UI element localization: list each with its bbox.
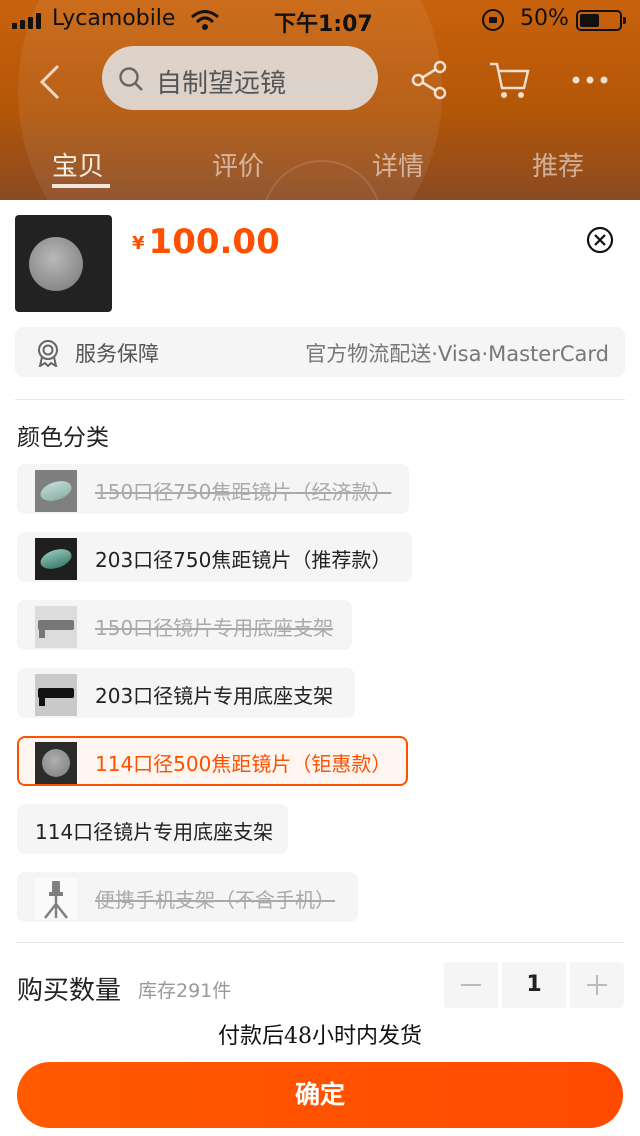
confirm-button[interactable]: 确定	[17, 1062, 623, 1128]
close-icon[interactable]	[586, 226, 614, 254]
tab-underline	[52, 184, 110, 188]
carrier-name: Lycamobile	[52, 6, 176, 31]
signal-icon	[12, 13, 41, 29]
back-icon[interactable]	[34, 62, 70, 102]
product-thumbnail[interactable]	[15, 215, 112, 312]
tab-item[interactable]: 宝贝	[52, 146, 104, 183]
divider	[15, 399, 625, 400]
search-bar[interactable]: 自制望远镜	[102, 46, 378, 110]
option-section-title: 颜色分类	[17, 425, 109, 451]
guarantee-badge-icon	[38, 340, 58, 367]
option-thumbnail	[35, 606, 77, 648]
quantity-value[interactable]: 1	[502, 962, 566, 1008]
service-label: 服务保障	[75, 342, 159, 366]
shipping-note: 付款后48小时内发货	[218, 1024, 422, 1049]
product-price: ¥100.00	[132, 222, 280, 262]
tab-details[interactable]: 详情	[372, 146, 424, 183]
page-tabs: 宝贝 评价 详情 推荐	[0, 128, 640, 200]
rotation-lock-icon	[482, 9, 504, 31]
option-thumbnail	[35, 470, 77, 512]
wifi-icon	[191, 10, 219, 30]
status-time: 下午1:07	[274, 12, 373, 37]
option-label: 203口径750焦距镜片（推荐款）	[95, 548, 392, 572]
tab-reviews[interactable]: 评价	[212, 146, 264, 183]
page-header-overlay: Lycamobile 下午1:07 50% 自制望远镜 宝贝 评价 详情 推荐	[0, 0, 640, 200]
status-bar: Lycamobile 下午1:07 50%	[0, 0, 640, 40]
divider	[15, 942, 625, 943]
option-114-lens[interactable]: 114口径500焦距镜片（钜惠款）	[17, 736, 408, 786]
option-phone-holder[interactable]: 便携手机支架（不含手机）	[17, 872, 358, 922]
cart-icon[interactable]	[488, 58, 532, 102]
option-203-lens[interactable]: 203口径750焦距镜片（推荐款）	[17, 532, 412, 582]
option-203-mount[interactable]: 203口径镜片专用底座支架	[17, 668, 355, 718]
price-value: 100.00	[148, 222, 280, 262]
decrease-button[interactable]	[444, 962, 498, 1008]
more-icon[interactable]	[568, 58, 612, 102]
option-label: 203口径镜片专用底座支架	[95, 684, 334, 708]
increase-button[interactable]	[570, 962, 624, 1008]
option-thumbnail	[35, 674, 77, 716]
search-text: 自制望远镜	[156, 69, 287, 99]
tab-recommend[interactable]: 推荐	[532, 146, 584, 183]
share-icon[interactable]	[408, 58, 452, 102]
option-150-lens[interactable]: 150口径750焦距镜片（经济款）	[17, 464, 409, 514]
option-label: 便携手机支架（不含手机）	[95, 888, 335, 912]
battery-icon	[576, 10, 626, 31]
option-label: 114口径镜片专用底座支架	[35, 820, 274, 844]
service-guarantee-row[interactable]: 服务保障 官方物流配送·Visa·MasterCard	[15, 327, 625, 377]
sku-sheet: ¥100.00 服务保障 官方物流配送·Visa·MasterCard 颜色分类…	[0, 200, 640, 1136]
option-150-mount[interactable]: 150口径镜片专用底座支架	[17, 600, 352, 650]
service-info: 官方物流配送·Visa·MasterCard	[305, 342, 609, 366]
option-thumbnail	[35, 538, 77, 580]
quantity-label: 购买数量	[17, 976, 122, 1006]
battery-percent: 50%	[520, 6, 569, 31]
price-currency: ¥	[132, 233, 145, 254]
lens-image	[29, 237, 83, 291]
option-label: 150口径镜片专用底座支架	[95, 616, 334, 640]
search-icon	[119, 67, 143, 91]
quantity-stepper: 1	[444, 962, 624, 1008]
tripod-icon	[35, 878, 77, 920]
option-114-mount[interactable]: 114口径镜片专用底座支架	[17, 804, 288, 854]
option-label: 114口径500焦距镜片（钜惠款）	[95, 752, 392, 776]
option-label: 150口径750焦距镜片（经济款）	[95, 480, 392, 504]
option-thumbnail	[35, 742, 77, 784]
stock-count: 库存291件	[138, 980, 232, 1002]
